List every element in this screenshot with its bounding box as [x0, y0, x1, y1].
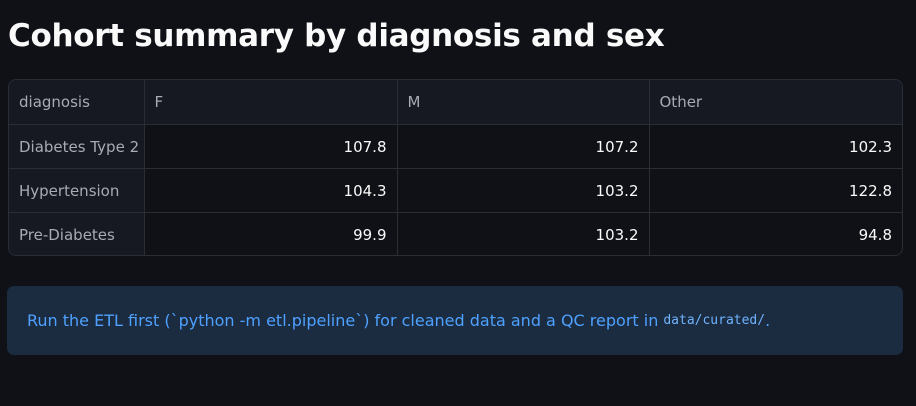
row-label-diagnosis[interactable]: Pre-Diabetes [9, 212, 145, 255]
cell-other[interactable]: 102.3 [649, 124, 902, 169]
table-row: Hypertension 104.3 103.2 122.8 [9, 168, 902, 213]
cell-m[interactable]: 103.2 [397, 168, 650, 213]
cell-m[interactable]: 103.2 [397, 212, 650, 255]
cohort-table[interactable]: diagnosis F M Other Diabetes Type 2 107.… [8, 79, 903, 256]
column-header-other[interactable]: Other [649, 80, 902, 125]
column-header-diagnosis[interactable]: diagnosis [9, 80, 145, 125]
info-text: Run the ETL first (`python -m etl.pipeli… [27, 311, 659, 330]
info-suffix: . [765, 311, 771, 330]
table-row: Pre-Diabetes 99.9 103.2 94.8 [9, 212, 902, 256]
row-label-diagnosis[interactable]: Hypertension [9, 168, 145, 213]
cell-f[interactable]: 107.8 [144, 124, 398, 169]
row-label-diagnosis[interactable]: Diabetes Type 2 [9, 124, 145, 169]
info-code-path: data/curated/ [663, 313, 766, 328]
info-alert: Run the ETL first (`python -m etl.pipeli… [7, 286, 903, 355]
cell-f[interactable]: 104.3 [144, 168, 398, 213]
table-header-row: diagnosis F M Other [9, 80, 902, 125]
page-title: Cohort summary by diagnosis and sex [8, 18, 665, 54]
column-header-f[interactable]: F [144, 80, 398, 125]
column-header-m[interactable]: M [397, 80, 650, 125]
cell-other[interactable]: 122.8 [649, 168, 902, 213]
cell-m[interactable]: 107.2 [397, 124, 650, 169]
table-row: Diabetes Type 2 107.8 107.2 102.3 [9, 124, 902, 169]
cell-f[interactable]: 99.9 [144, 212, 398, 255]
app-page: Cohort summary by diagnosis and sex diag… [0, 0, 916, 406]
cell-other[interactable]: 94.8 [649, 213, 902, 256]
